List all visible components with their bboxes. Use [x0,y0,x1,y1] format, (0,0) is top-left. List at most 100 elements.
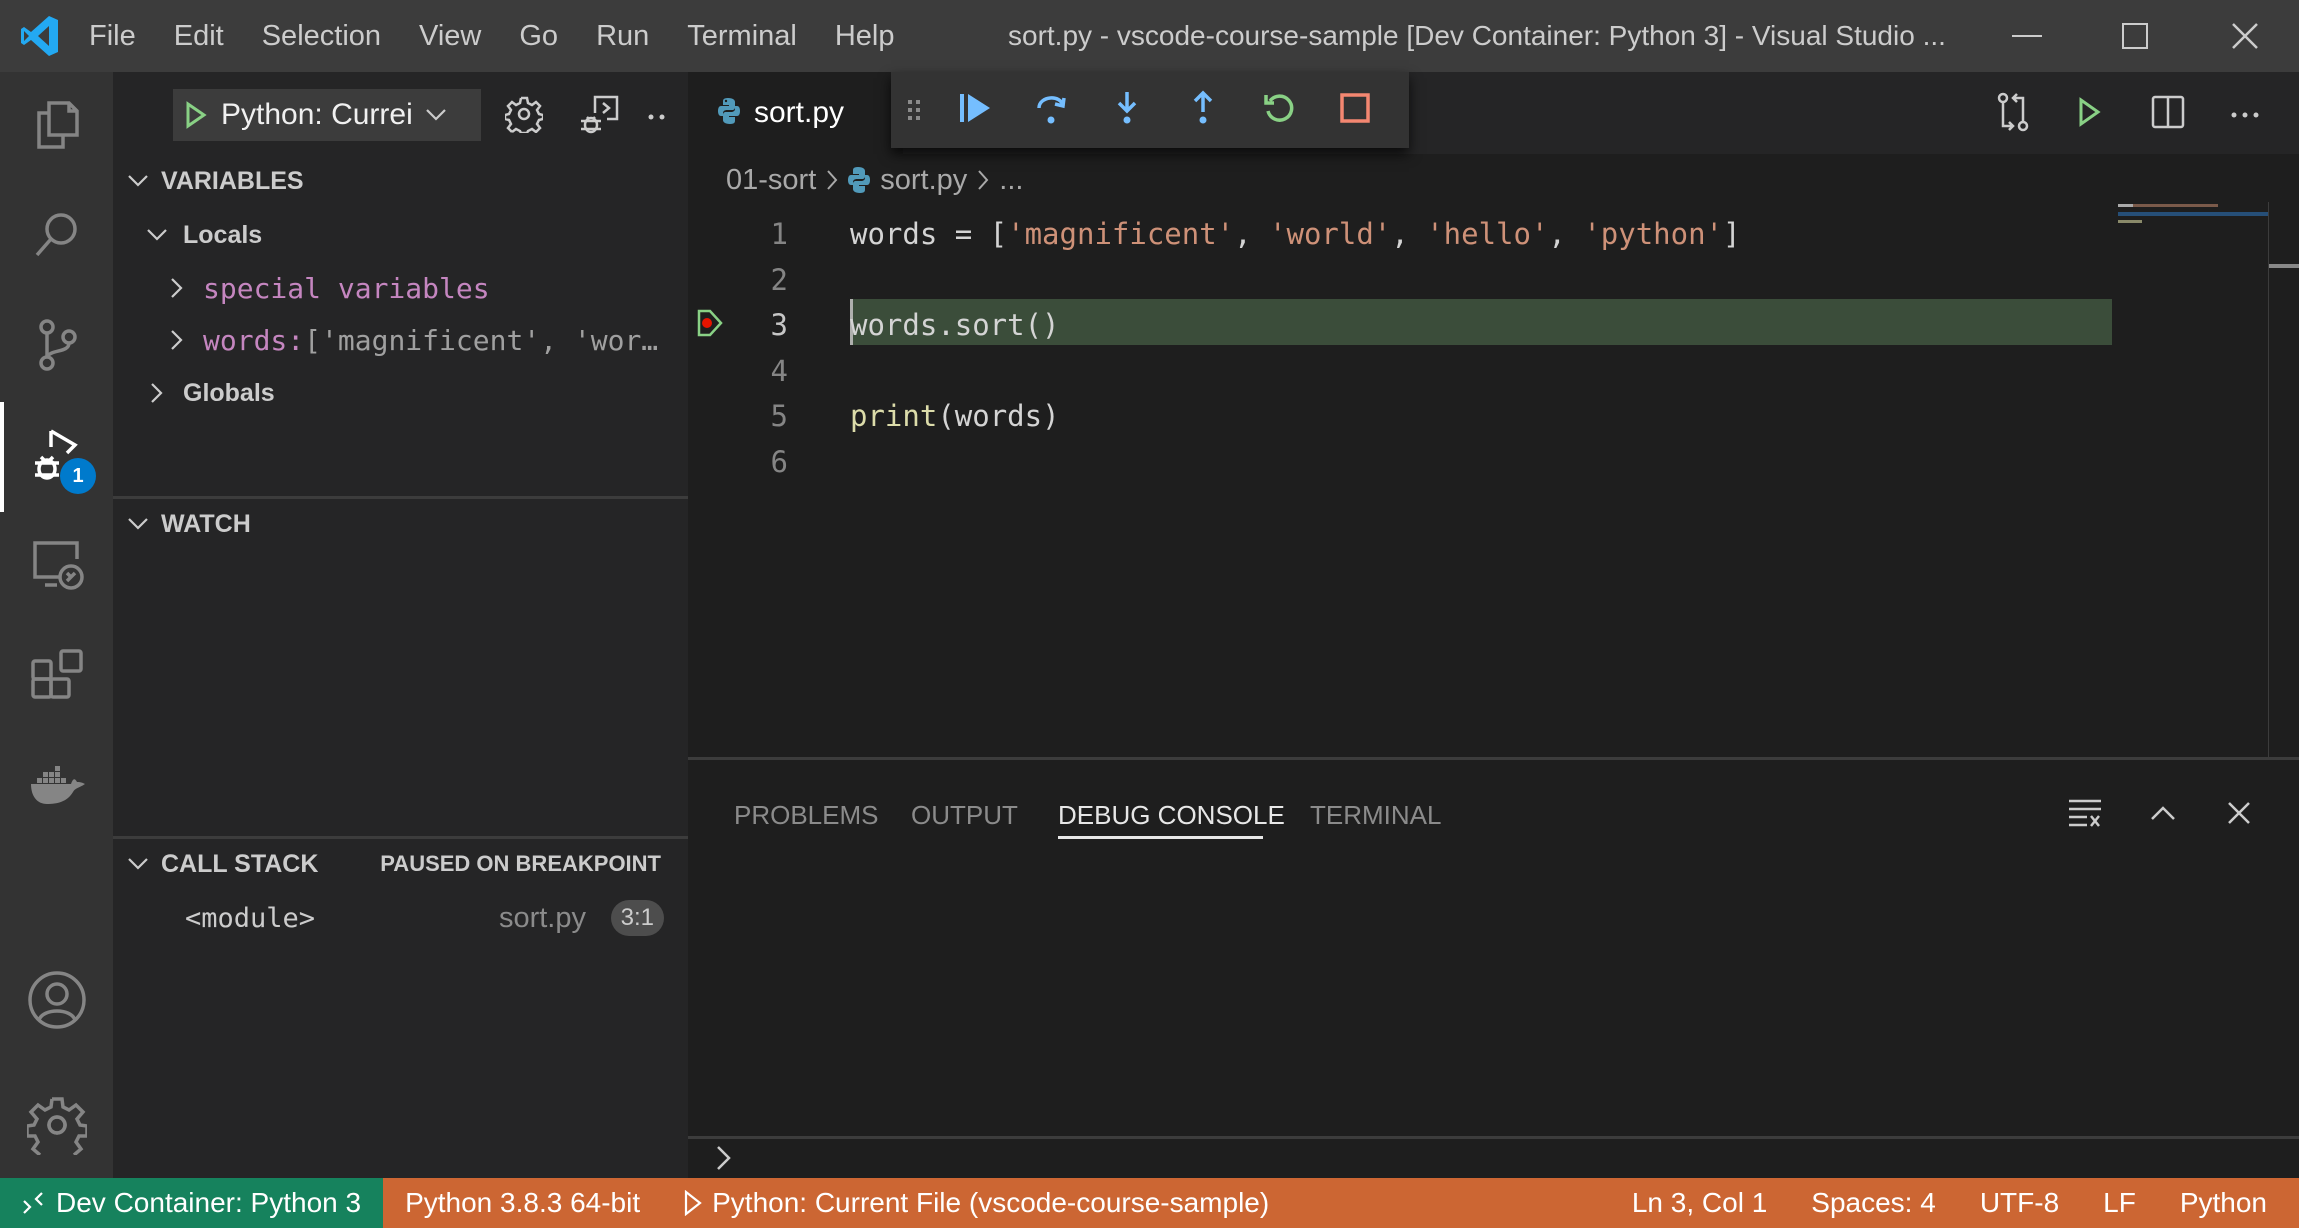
chevron-right-icon [716,1145,732,1176]
breadcrumb-folder[interactable]: 01-sort [726,164,816,197]
close-panel-button[interactable] [2214,790,2264,840]
editor-more-actions-button[interactable] [2220,89,2270,139]
launch-config-status[interactable]: Python: Current File (vscode-course-samp… [662,1178,1291,1228]
drag-handle[interactable] [891,72,937,148]
code-line[interactable]: 4 [688,348,2108,394]
code-line[interactable]: 6 [688,439,2108,485]
debug-sidebar: Python: Currei VARIABLES Locals special … [113,72,688,1178]
debug-view-toolbar: Python: Currei [113,72,688,154]
run-file-button[interactable] [2065,89,2115,139]
menu-run[interactable]: Run [577,0,668,72]
tab-label: sort.py [754,96,845,129]
indentation[interactable]: Spaces: 4 [1789,1178,1958,1228]
variable-special-variables[interactable]: special variables [113,262,688,314]
minimap[interactable] [2118,202,2278,262]
menu-terminal[interactable]: Terminal [668,0,816,72]
split-editor-button[interactable] [2143,89,2193,139]
line-number: 6 [770,444,788,479]
compare-changes-icon [1995,92,2031,137]
launch-config-select[interactable]: Python: Currei [173,89,481,141]
minimize-button[interactable] [1977,0,2077,72]
maximize-button[interactable] [2085,0,2185,72]
activity-search[interactable] [0,182,113,292]
chevron-right-icon [143,382,171,404]
activity-run-debug[interactable]: 1 [0,402,113,512]
window-title: sort.py - vscode-course-sample [Dev Cont… [1008,20,1946,51]
code-line[interactable]: 2 [688,257,2108,303]
menu-selection[interactable]: Selection [243,0,400,72]
activity-remote-explorer[interactable] [0,512,113,622]
line-number: 5 [770,399,788,433]
step-out-button[interactable] [1165,72,1241,148]
code-text: print(words) [850,399,1060,433]
tab-debug-console[interactable]: DEBUG CONSOLE [1058,790,1285,840]
activity-extensions[interactable] [0,622,113,732]
extensions-icon [27,645,87,710]
variables-section-header[interactable]: VARIABLES [113,156,688,206]
line-number: 4 [770,353,788,388]
play-icon [2078,96,2102,132]
breadcrumb-file[interactable]: sort.py [880,164,967,197]
language-mode[interactable]: Python [2158,1178,2289,1228]
code-token: 'magnificent' [1007,217,1235,251]
code-token: , [1548,217,1584,251]
debug-console-button[interactable] [575,92,623,140]
more-actions-button[interactable] [643,92,673,140]
tab-sort-py[interactable]: sort.py [688,72,903,154]
activity-explorer[interactable] [0,72,113,182]
menu-file[interactable]: File [70,0,155,72]
vscode-logo-icon [10,0,70,72]
code-line[interactable]: 5 print(words) [688,393,2108,439]
breadcrumb-symbol[interactable]: ... [999,164,1023,197]
activity-manage[interactable] [0,1072,113,1182]
activity-source-control[interactable] [0,292,113,402]
menu-go[interactable]: Go [500,0,577,72]
restart-button[interactable] [1241,72,1317,148]
menu-edit[interactable]: Edit [155,0,243,72]
watch-section-header[interactable]: WATCH [113,499,688,549]
menu-help[interactable]: Help [816,0,914,72]
vertical-scrollbar-track[interactable] [2268,202,2269,757]
code-line[interactable]: 3 words.sort() [688,302,2108,348]
call-stack-section-header[interactable]: CALL STACK PAUSED ON BREAKPOINT [113,839,688,889]
remote-indicator[interactable]: Dev Container: Python 3 [0,1178,384,1228]
tab-output[interactable]: OUTPUT [911,790,1018,840]
continue-icon [958,91,992,130]
scope-globals[interactable]: Globals [113,367,688,419]
tab-problems[interactable]: PROBLEMS [734,790,879,840]
stop-button[interactable] [1317,72,1393,148]
encoding[interactable]: UTF-8 [1958,1178,2081,1228]
scope-locals[interactable]: Locals [113,209,688,261]
menu-view[interactable]: View [400,0,500,72]
activity-accounts[interactable] [0,947,113,1057]
close-window-button[interactable] [2195,0,2295,72]
line-number: 1 [770,217,788,251]
activity-docker[interactable] [0,732,113,842]
open-changes-button[interactable] [1988,89,2038,139]
code-token: (words) [937,399,1060,433]
call-stack-frame[interactable]: <module> sort.py 3:1 [113,892,688,944]
breakpoint-current-icon[interactable] [696,308,724,343]
debug-console-input[interactable] [688,1136,2299,1181]
step-out-icon [1188,90,1218,131]
start-debugging-icon[interactable] [185,101,207,129]
cursor-position[interactable]: Ln 3, Col 1 [1610,1178,1789,1228]
continue-button[interactable] [937,72,1013,148]
step-over-button[interactable] [1013,72,1089,148]
code-token: 'hello' [1426,217,1549,251]
clear-console-button[interactable] [2060,790,2110,840]
python-interpreter[interactable]: Python 3.8.3 64-bit [383,1178,662,1228]
tab-terminal[interactable]: TERMINAL [1310,790,1441,840]
code-token: ] [1723,217,1741,251]
search-icon [29,207,85,268]
maximize-panel-button[interactable] [2138,790,2188,840]
vertical-scrollbar-thumb[interactable] [2269,264,2299,268]
end-of-line[interactable]: LF [2081,1178,2158,1228]
step-into-button[interactable] [1089,72,1165,148]
restart-icon [1262,91,1296,130]
gear-icon [24,1095,89,1160]
variable-words[interactable]: words: ['magnificent', 'wor… [113,314,688,366]
code-token: 'world' [1269,217,1392,251]
open-launch-json-button[interactable] [500,92,548,140]
code-line[interactable]: 1 words = ['magnificent', 'world', 'hello… [688,211,2108,257]
